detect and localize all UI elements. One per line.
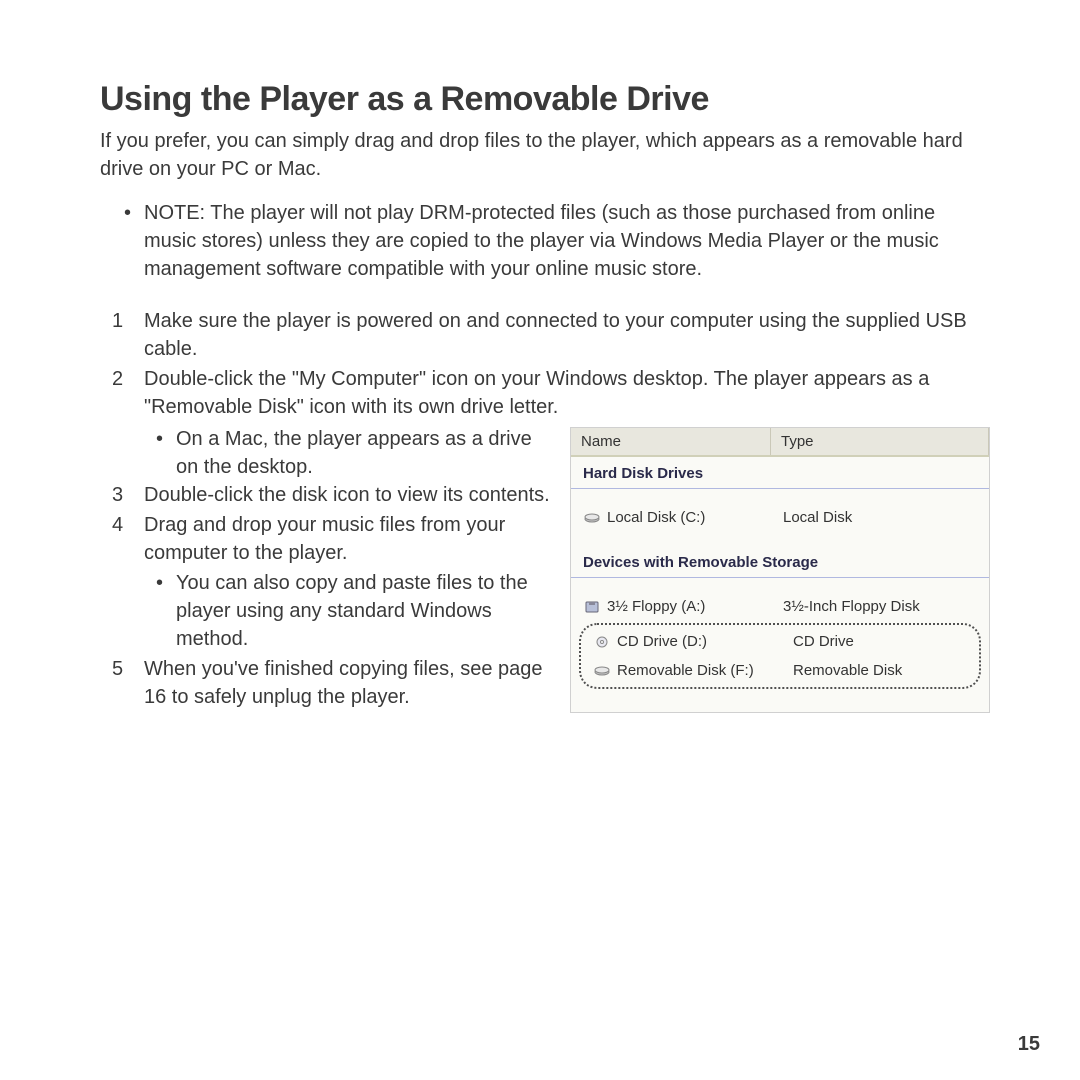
step-4-text: Drag and drop your music files from your… — [144, 514, 505, 564]
drive-row-cd: CD Drive (D:) CD Drive — [581, 627, 979, 656]
step-3: Double-click the disk icon to view its c… — [144, 481, 550, 509]
step-2: Double-click the "My Computer" icon on y… — [144, 365, 990, 421]
drive-name: CD Drive (D:) — [617, 633, 793, 650]
column-type: Type — [771, 428, 989, 455]
step-4-sublist: You can also copy and paste files to the… — [144, 569, 550, 653]
column-name: Name — [571, 428, 771, 455]
drive-type: CD Drive — [793, 633, 979, 650]
section-hard-disk-drives: Hard Disk Drives — [571, 457, 989, 489]
step-1: Make sure the player is powered on and c… — [144, 307, 990, 363]
page-number: 15 — [1018, 1033, 1040, 1056]
drive-type: 3½-Inch Floppy Disk — [783, 598, 989, 615]
drive-row-local-disk: Local Disk (C:) Local Disk — [571, 503, 989, 532]
explorer-header: Name Type — [571, 428, 989, 457]
step-2-text: Double-click the "My Computer" icon on y… — [144, 368, 929, 418]
hard-drive-icon — [583, 511, 601, 525]
windows-explorer-figure: Name Type Hard Disk Drives Local Disk (C… — [570, 427, 990, 713]
step-2-sub: On a Mac, the player appears as a drive … — [176, 425, 550, 481]
intro-paragraph: If you prefer, you can simply drag and d… — [100, 127, 990, 183]
steps-continued: Double-click the disk icon to view its c… — [100, 481, 550, 711]
step-2-sublist: On a Mac, the player appears as a drive … — [100, 425, 550, 481]
drive-name: Local Disk (C:) — [607, 509, 783, 526]
drive-row-removable: Removable Disk (F:) Removable Disk — [581, 656, 979, 685]
step-4-sub: You can also copy and paste files to the… — [176, 569, 550, 653]
page-title: Using the Player as a Removable Drive — [100, 80, 990, 119]
note-list: NOTE: The player will not play DRM-prote… — [100, 199, 990, 283]
drive-name: 3½ Floppy (A:) — [607, 598, 783, 615]
drive-type: Local Disk — [783, 509, 989, 526]
drive-row-floppy: 3½ Floppy (A:) 3½-Inch Floppy Disk — [571, 592, 989, 621]
highlighted-drives: CD Drive (D:) CD Drive Removable Disk (F… — [579, 623, 981, 689]
note-item: NOTE: The player will not play DRM-prote… — [144, 199, 990, 283]
cd-drive-icon — [593, 635, 611, 649]
section-removable-storage: Devices with Removable Storage — [571, 546, 989, 578]
steps-with-figure: On a Mac, the player appears as a drive … — [100, 423, 990, 713]
removable-disk-icon — [593, 664, 611, 678]
steps-column: On a Mac, the player appears as a drive … — [100, 423, 550, 713]
floppy-icon — [583, 600, 601, 614]
drive-name: Removable Disk (F:) — [617, 662, 793, 679]
steps-list: Make sure the player is powered on and c… — [100, 307, 990, 421]
drive-type: Removable Disk — [793, 662, 979, 679]
step-5: When you've finished copying files, see … — [144, 655, 550, 711]
step-4: Drag and drop your music files from your… — [144, 511, 550, 653]
